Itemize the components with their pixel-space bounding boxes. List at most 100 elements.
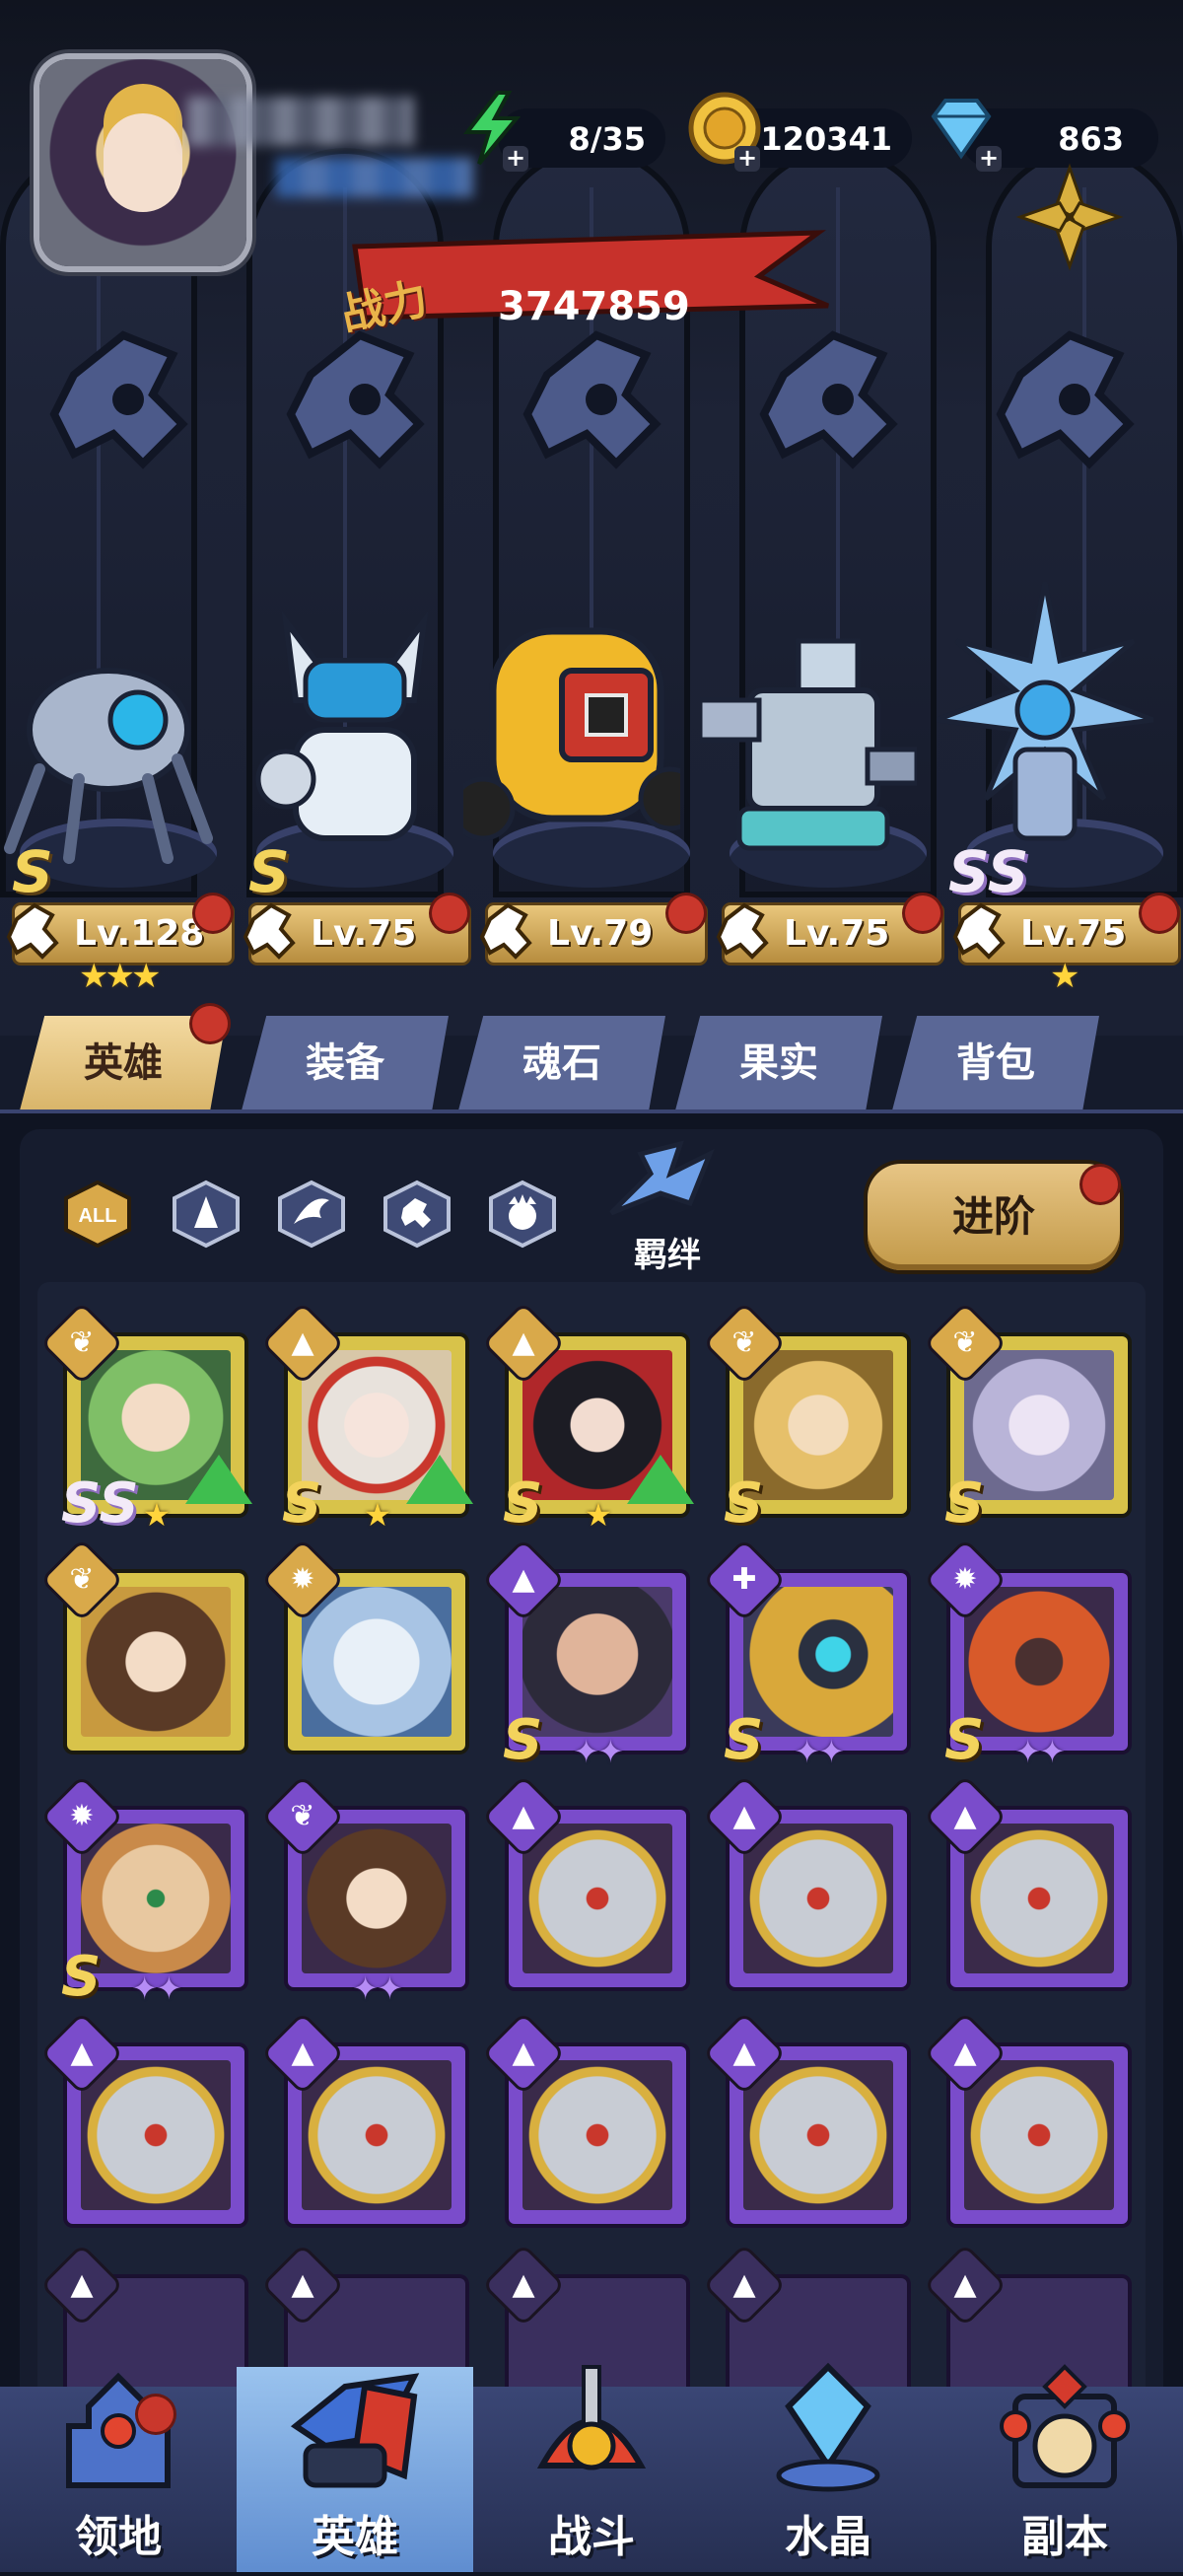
filter-wing-icon[interactable] (276, 1179, 347, 1250)
bond-icon[interactable] (592, 1134, 739, 1233)
hero-stars: ✦✦ (1014, 1733, 1066, 1770)
filter-wrench-icon[interactable] (382, 1179, 452, 1250)
class-wrench-icon: ✚ (706, 1541, 783, 1618)
team-hero-stars: ★★★ (79, 957, 161, 996)
tab-soulstone[interactable]: 魂石 (458, 1016, 665, 1110)
nav-label: 领地 (75, 2512, 162, 2562)
nav-territory[interactable]: 领地 (0, 2367, 237, 2572)
class-tank-icon: ▲ (706, 2015, 783, 2092)
energy-plus-icon[interactable]: + (503, 146, 528, 172)
hero-card[interactable]: ▲ (927, 2015, 1128, 2224)
hero-card[interactable]: ▲ S ★ (485, 1305, 694, 1536)
hero-portrait (81, 1824, 231, 1973)
hero-stars: ✦✦ (573, 1733, 624, 1770)
player-name-blurred (187, 97, 414, 146)
hero-card[interactable]: ▲ (706, 2015, 907, 2224)
notification-dot (138, 2397, 174, 2432)
team-hero-robot-cat[interactable] (246, 582, 463, 878)
notification-dot (668, 895, 704, 931)
filter-all-icon[interactable]: ALL (62, 1179, 133, 1250)
team-hero-robot-tank[interactable] (700, 582, 917, 878)
player-avatar[interactable] (39, 59, 246, 266)
class-tank-icon: ▲ (706, 2247, 783, 2324)
hero-portrait (964, 1587, 1114, 1737)
equip-slot-wrench-icon[interactable] (744, 316, 912, 483)
equip-slot-wrench-icon[interactable] (271, 316, 439, 483)
hero-card[interactable]: ❦ S (706, 1305, 907, 1536)
hero-grade: S (724, 1471, 764, 1536)
class-beast-icon: ✹ (264, 1541, 341, 1618)
hero-portrait-knight (743, 1824, 893, 1973)
team-hero-robot-yellow[interactable] (463, 582, 680, 878)
hero-stars: ★ (142, 1496, 172, 1534)
filter-beast-icon[interactable] (487, 1179, 558, 1250)
hero-card[interactable]: ▲ S ★ (264, 1305, 473, 1536)
wrench-icon (952, 902, 1006, 960)
hero-card[interactable]: ❦ ✦✦ (264, 1778, 465, 2007)
equip-slot-wrench-icon[interactable] (508, 316, 675, 483)
hero-card[interactable]: ▲ (706, 1778, 907, 1987)
hero-card[interactable]: ❦ SS ★ (43, 1305, 252, 1536)
class-tank-icon: ▲ (264, 2015, 341, 2092)
hero-portrait (302, 1824, 452, 1973)
hero-portrait (302, 1587, 452, 1737)
team-hero-stars: ★ (1050, 957, 1080, 996)
class-wing-icon: ❦ (927, 1305, 1004, 1382)
hero-stars: ✦✦ (131, 1969, 182, 2007)
wrench-icon (243, 902, 296, 960)
class-tank-icon: ▲ (927, 2247, 1004, 2324)
gems-value: 863 (1058, 120, 1124, 158)
class-tank-icon: ▲ (43, 2247, 120, 2324)
team-hero-robot-spider[interactable] (0, 582, 217, 878)
hero-card[interactable]: ▲ (927, 1778, 1128, 1987)
gold-plus-icon[interactable]: + (734, 146, 760, 172)
nav-crystal[interactable]: 水晶 (710, 2362, 946, 2572)
hero-card[interactable]: ▲ (264, 2015, 465, 2224)
hero-card[interactable]: ❦ S (927, 1305, 1128, 1536)
wrench-icon (6, 902, 59, 960)
castle-icon (66, 2372, 171, 2488)
notification-dot (192, 1006, 228, 1041)
hero-card[interactable]: ✹ S ✦✦ (927, 1541, 1128, 1772)
equip-slot-wrench-icon[interactable] (981, 316, 1148, 483)
nav-dungeon[interactable]: 副本 (946, 2364, 1183, 2572)
hero-card[interactable]: ▲ (485, 2015, 686, 2224)
hero-card[interactable]: ✹ (264, 1541, 465, 1751)
nav-battle[interactable]: 战斗 (473, 2365, 710, 2572)
filter-tank-icon[interactable] (171, 1179, 242, 1250)
hero-card[interactable]: ▲ S ✦✦ (485, 1541, 686, 1772)
hero-card[interactable]: ▲ (485, 1778, 686, 1987)
settings-flower-icon[interactable] (1010, 158, 1129, 276)
hero-portrait-knight (302, 2060, 452, 2210)
class-beast-icon: ✹ (927, 1541, 1004, 1618)
notification-dot (432, 895, 467, 931)
hero-portrait-knight (743, 2060, 893, 2210)
class-tank-icon: ▲ (706, 1778, 783, 1855)
hero-portrait-knight (522, 2060, 672, 2210)
team-hero-level: Lv.75 (1020, 913, 1127, 954)
hero-stars: ★ (584, 1496, 613, 1534)
equip-slot-wrench-icon[interactable] (35, 316, 202, 483)
tab-equipment[interactable]: 装备 (242, 1016, 449, 1110)
team-hero-robot-crystal[interactable] (937, 582, 1153, 878)
notification-dot (1082, 1167, 1118, 1202)
nav-label: 英雄 (312, 2512, 398, 2562)
team-hero-level: Lv.75 (784, 913, 890, 954)
hero-card[interactable]: ✚ S ✦✦ (706, 1541, 907, 1772)
hero-card[interactable]: ✹ S ✦✦ (43, 1778, 244, 2009)
hero-portrait (743, 1350, 893, 1500)
svg-text:ALL: ALL (79, 1205, 117, 1227)
tab-fruit[interactable]: 果实 (675, 1016, 882, 1110)
nav-label: 战斗 (548, 2512, 635, 2562)
gems-plus-icon[interactable]: + (976, 146, 1002, 172)
hero-card[interactable]: ▲ (43, 2015, 244, 2224)
hero-portrait (522, 1587, 672, 1737)
class-tank-icon: ▲ (927, 1778, 1004, 1855)
nav-heroes[interactable]: 英雄 (237, 2367, 473, 2572)
bond-label[interactable]: 羁绊 (634, 1228, 701, 1276)
crystal-icon (776, 2362, 880, 2492)
hero-portrait-knight (964, 2060, 1114, 2210)
hero-hat-icon (290, 2373, 420, 2488)
tab-backpack[interactable]: 背包 (892, 1016, 1099, 1110)
hero-card[interactable]: ❦ (43, 1541, 244, 1751)
